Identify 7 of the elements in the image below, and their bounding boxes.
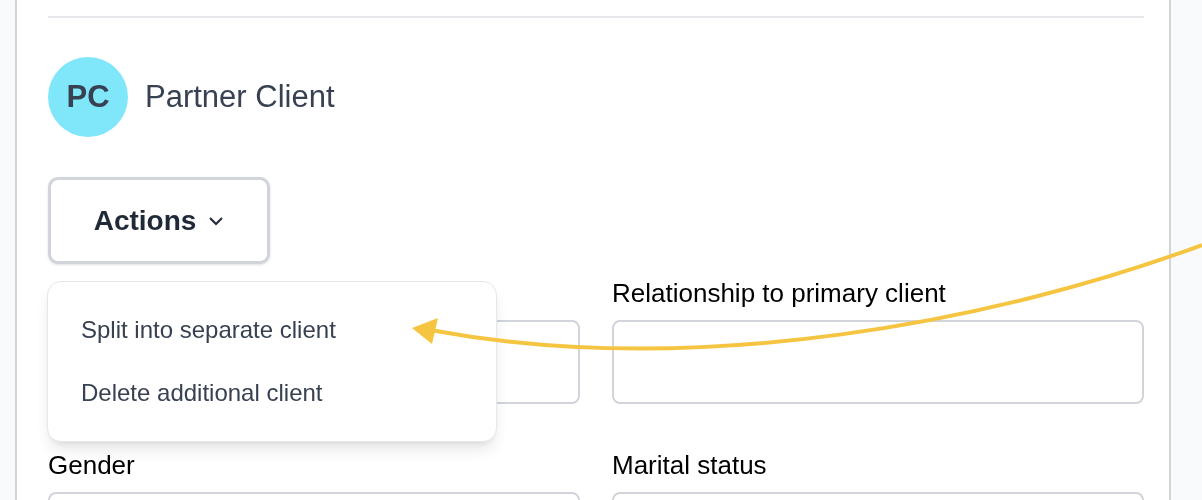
field-label: Relationship to primary client	[612, 277, 947, 310]
menu-item[interactable]: Split into separate client	[48, 298, 496, 362]
actions-button[interactable]: Actions	[48, 177, 270, 264]
field-label: Gender	[48, 449, 136, 482]
field-label: Marital status	[612, 449, 768, 482]
client-name: Partner Client	[145, 77, 335, 116]
menu-item[interactable]: Delete additional client	[48, 361, 496, 425]
